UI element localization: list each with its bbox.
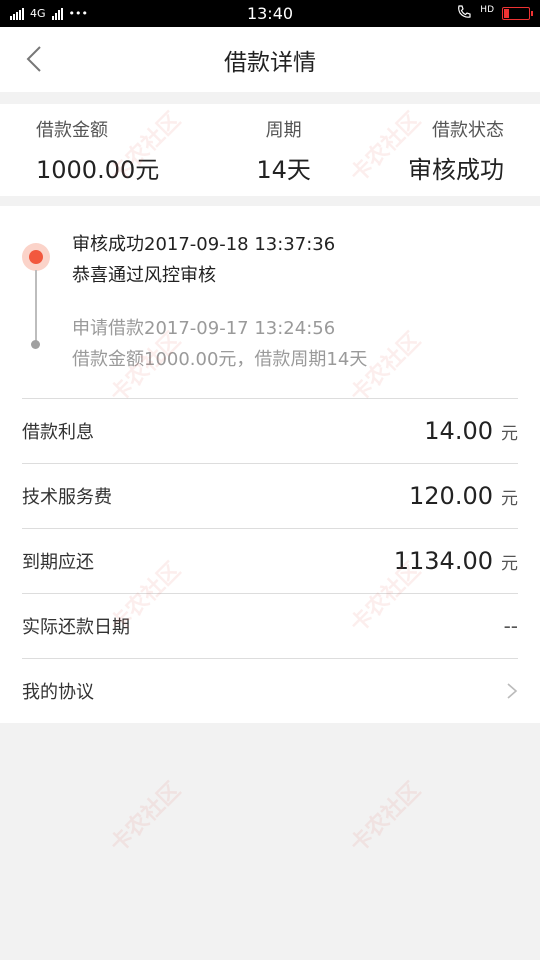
phone-icon — [456, 4, 472, 24]
back-button[interactable] — [20, 45, 48, 73]
agreement-row[interactable]: 我的协议 — [22, 658, 518, 723]
timeline: 审核成功2017-09-18 13:37:36 恭喜通过风控审核 申请借款201… — [0, 206, 540, 398]
timeline-item-applied: 申请借款2017-09-17 13:24:56 借款金额1000.00元，借款周… — [72, 314, 520, 376]
status-right: HD — [456, 4, 533, 24]
amount-column: 借款金额 1000.00元 — [36, 104, 159, 196]
network-type-label: 4G — [30, 7, 46, 20]
due-amount-row: 到期应还 1134.00 元 — [22, 528, 518, 593]
amount-label: 借款金额 — [36, 119, 108, 141]
chevron-right-icon — [507, 683, 518, 699]
period-label: 周期 — [265, 119, 302, 141]
agreement-label: 我的协议 — [22, 682, 94, 703]
timeline-title: 审核成功2017-09-18 13:37:36 — [72, 234, 336, 255]
chevron-left-icon — [26, 46, 41, 72]
interest-label: 借款利息 — [22, 422, 94, 443]
timeline-desc: 借款金额1000.00元，借款周期14天 — [72, 349, 368, 370]
due-amount-value: 1134.00 — [393, 547, 493, 575]
timeline-past-dot — [31, 340, 40, 349]
status-bar: 4G ••• 13:40 HD — [0, 0, 540, 27]
watermark: 卡农社区 — [105, 777, 186, 858]
repay-date-label: 实际还款日期 — [22, 617, 130, 638]
timeline-desc: 恭喜通过风控审核 — [72, 265, 216, 286]
repay-date-value: -- — [503, 614, 518, 638]
amount-value: 1000.00元 — [36, 155, 160, 184]
period-column: 周期 14天 — [256, 104, 311, 196]
due-amount-unit: 元 — [501, 554, 518, 574]
timeline-active-dot — [22, 243, 50, 271]
status-value: 审核成功 — [407, 155, 504, 184]
loan-summary: 借款金额 1000.00元 周期 14天 借款状态 审核成功 — [0, 104, 540, 196]
more-notifications-icon: ••• — [68, 7, 88, 20]
loan-detail: 审核成功2017-09-18 13:37:36 恭喜通过风控审核 申请借款201… — [0, 206, 540, 723]
status-left: 4G ••• — [10, 7, 88, 20]
signal-icon — [10, 7, 24, 20]
period-value: 14天 — [256, 155, 311, 184]
signal-icon-2 — [51, 7, 63, 20]
status-label: 借款状态 — [431, 119, 504, 141]
interest-value: 14.00 — [424, 417, 493, 445]
interest-unit: 元 — [501, 424, 518, 444]
timeline-line — [35, 270, 37, 344]
watermark: 卡农社区 — [345, 777, 426, 858]
battery-icon — [502, 7, 533, 20]
repay-date-row: 实际还款日期 -- — [22, 593, 518, 658]
due-amount-label: 到期应还 — [22, 552, 94, 573]
service-fee-row: 技术服务费 120.00 元 — [22, 463, 518, 528]
page-title: 借款详情 — [224, 49, 316, 76]
interest-row: 借款利息 14.00 元 — [22, 398, 518, 463]
status-column: 借款状态 审核成功 — [408, 104, 504, 196]
service-fee-unit: 元 — [501, 489, 518, 509]
hd-label: HD — [480, 4, 494, 15]
service-fee-value: 120.00 — [409, 482, 493, 510]
service-fee-label: 技术服务费 — [22, 487, 112, 508]
timeline-title: 申请借款2017-09-17 13:24:56 — [72, 318, 336, 339]
fee-list: 借款利息 14.00 元 技术服务费 120.00 元 到期应还 1134.00… — [22, 398, 518, 723]
timeline-item-approved: 审核成功2017-09-18 13:37:36 恭喜通过风控审核 — [72, 230, 520, 292]
nav-bar: 借款详情 — [0, 27, 540, 92]
